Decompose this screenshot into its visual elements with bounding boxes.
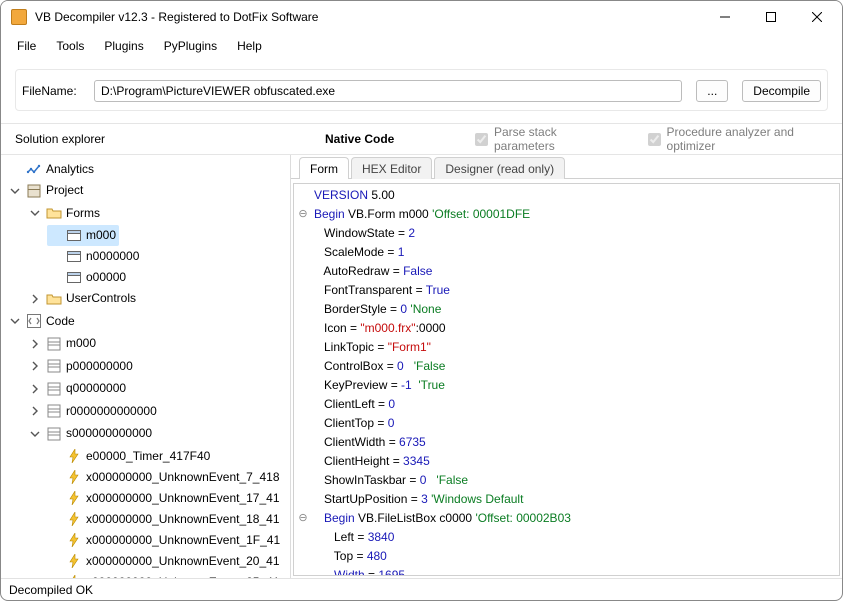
decompile-button[interactable]: Decompile: [742, 80, 821, 102]
event-icon: [66, 532, 82, 548]
file-row: FileName: ... Decompile: [15, 69, 828, 111]
folder-icon: [46, 291, 62, 307]
module-icon: [46, 358, 62, 374]
procedure-analyzer-checkbox[interactable]: Procedure analyzer and optimizer: [648, 125, 828, 153]
tree-analytics[interactable]: Analytics: [7, 159, 97, 180]
form-icon: [66, 249, 82, 265]
analytics-icon: [26, 162, 42, 178]
chevron-down-icon[interactable]: [30, 429, 42, 439]
tree-proc[interactable]: x000000000_UnknownEvent_18_41: [47, 509, 283, 530]
app-window: VB Decompiler v12.3 - Registered to DotF…: [0, 0, 843, 601]
parse-stack-input[interactable]: [475, 133, 488, 146]
menu-pyplugins[interactable]: PyPlugins: [156, 35, 225, 57]
menu-tools[interactable]: Tools: [48, 35, 92, 57]
code-panel: Form HEX Editor Designer (read only) VER…: [291, 155, 842, 578]
split-pane: Analytics Project: [1, 154, 842, 578]
filename-input[interactable]: [94, 80, 682, 102]
tree-project[interactable]: Project: [7, 180, 86, 201]
tree-proc[interactable]: x000000000_UnknownEvent_1F_41: [47, 530, 283, 551]
code-content[interactable]: VERSION 5.00 ⊖Begin VB.Form m000 'Offset…: [294, 184, 839, 576]
solution-explorer: Analytics Project: [1, 155, 291, 578]
app-icon: [11, 9, 27, 25]
event-icon: [66, 553, 82, 569]
minimize-button[interactable]: [702, 1, 748, 33]
tree-module[interactable]: s000000000000: [27, 423, 155, 444]
toolbar: FileName: ... Decompile: [1, 59, 842, 124]
procedure-analyzer-input[interactable]: [648, 133, 661, 146]
chevron-right-icon[interactable]: [30, 406, 42, 416]
menu-file[interactable]: File: [9, 35, 44, 57]
tree-module[interactable]: m000: [27, 333, 99, 354]
tree-forms[interactable]: Forms: [27, 203, 103, 224]
chevron-right-icon[interactable]: [30, 294, 42, 304]
tab-hex[interactable]: HEX Editor: [351, 157, 432, 179]
menubar: File Tools Plugins PyPlugins Help: [1, 33, 842, 59]
menu-plugins[interactable]: Plugins: [96, 35, 151, 57]
solution-explorer-label: Solution explorer: [15, 132, 285, 146]
browse-button[interactable]: ...: [696, 80, 728, 102]
window-title: VB Decompiler v12.3 - Registered to DotF…: [35, 10, 702, 24]
event-icon: [66, 574, 82, 578]
tree-module[interactable]: r0000000000000: [27, 401, 160, 422]
tree-scroll[interactable]: Analytics Project: [1, 155, 290, 578]
module-icon: [46, 381, 62, 397]
titlebar[interactable]: VB Decompiler v12.3 - Registered to DotF…: [1, 1, 842, 33]
chevron-right-icon[interactable]: [30, 384, 42, 394]
tree-proc[interactable]: x000000000_UnknownEvent_17_41: [47, 488, 283, 509]
module-icon: [46, 336, 62, 352]
event-icon: [66, 469, 82, 485]
chevron-down-icon[interactable]: [10, 316, 22, 326]
close-button[interactable]: [794, 1, 840, 33]
folder-open-icon: [46, 205, 62, 221]
statusbar: Decompiled OK: [1, 578, 842, 600]
chevron-right-icon[interactable]: [30, 339, 42, 349]
module-icon: [46, 426, 62, 442]
tab-form[interactable]: Form: [299, 157, 349, 179]
tree-usercontrols[interactable]: UserControls: [27, 288, 139, 309]
tree-proc[interactable]: e00000_Timer_417F40: [47, 446, 213, 467]
event-icon: [66, 490, 82, 506]
tree-code[interactable]: Code: [7, 311, 78, 332]
tree-module[interactable]: q00000000: [27, 378, 129, 399]
tree-form-item[interactable]: n0000000: [47, 246, 142, 267]
filename-label: FileName:: [22, 84, 80, 98]
fold-minus-icon[interactable]: ⊖: [296, 205, 310, 223]
project-icon: [26, 183, 42, 199]
maximize-button[interactable]: [748, 1, 794, 33]
blank-twist: [10, 159, 22, 180]
chevron-down-icon[interactable]: [30, 208, 42, 218]
info-row: Solution explorer Native Code Parse stac…: [1, 124, 842, 154]
tree-form-m000[interactable]: m000: [47, 225, 119, 246]
event-icon: [66, 511, 82, 527]
form-icon: [66, 228, 82, 244]
menu-help[interactable]: Help: [229, 35, 270, 57]
fold-minus-icon[interactable]: ⊖: [296, 509, 310, 527]
parse-stack-checkbox[interactable]: Parse stack parameters: [475, 125, 608, 153]
chevron-down-icon[interactable]: [10, 186, 22, 196]
tree-proc[interactable]: x000000000_UnknownEvent_25_41: [47, 572, 283, 579]
status-text: Decompiled OK: [9, 583, 93, 597]
tree-proc[interactable]: x000000000_UnknownEvent_7_418: [47, 467, 283, 488]
module-icon: [46, 403, 62, 419]
tabs: Form HEX Editor Designer (read only): [291, 155, 842, 179]
tree-proc[interactable]: x000000000_UnknownEvent_20_41: [47, 551, 283, 572]
tree-form-item[interactable]: o00000: [47, 267, 129, 288]
code-area[interactable]: VERSION 5.00 ⊖Begin VB.Form m000 'Offset…: [291, 179, 842, 578]
code-icon: [26, 313, 42, 329]
native-code-label: Native Code: [325, 132, 435, 146]
chevron-right-icon[interactable]: [30, 361, 42, 371]
tab-designer[interactable]: Designer (read only): [434, 157, 565, 179]
tree-module[interactable]: p000000000: [27, 356, 136, 377]
form-icon: [66, 270, 82, 286]
event-icon: [66, 448, 82, 464]
